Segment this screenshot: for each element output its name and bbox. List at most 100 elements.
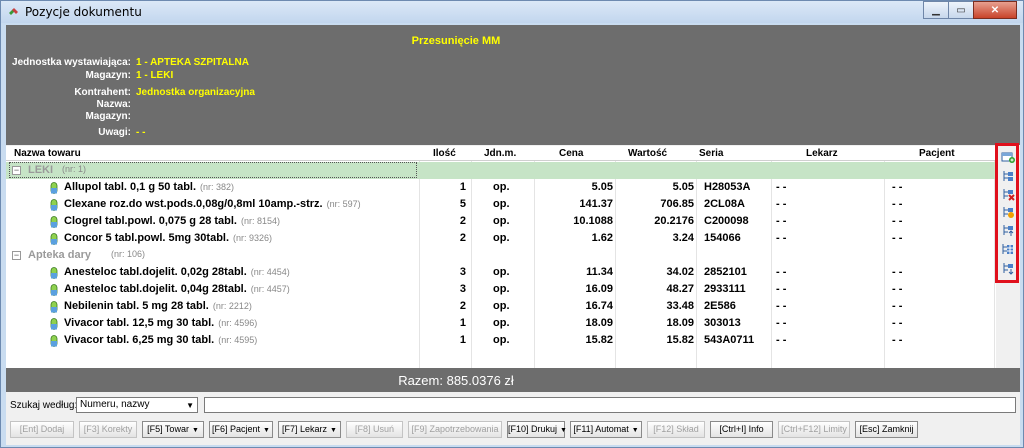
tree-expand-icon[interactable] <box>1001 169 1015 183</box>
limity-button[interactable]: [Ctrl+F12] Limity <box>778 421 850 438</box>
item-name: Anesteloc tabl.dojelit. 0,04g 28tabl. (nr… <box>64 283 290 295</box>
automat-button[interactable]: [F11] Automat ▼ <box>570 421 642 438</box>
window-controls: ▁ ▭ ✕ <box>923 1 1017 19</box>
item-patient: - - <box>892 181 903 193</box>
item-qty: 3 <box>459 283 466 295</box>
title-bar[interactable]: Pozycje dokumentu ▁ ▭ ✕ <box>1 1 1023 23</box>
pill-icon <box>50 182 58 194</box>
column-header-name[interactable]: Nazwa towaru <box>14 148 81 159</box>
column-header-unit[interactable]: Jdn.m. <box>484 148 516 159</box>
table-row[interactable]: Allupol tabl. 0,1 g 50 tabl. (nr: 382) 1 op… <box>6 179 996 196</box>
button-label: [Ent] Dodaj <box>19 424 65 434</box>
button-label: [F7] Lekarz <box>282 424 328 434</box>
button-bar: [Ent] Dodaj [F3] Korekty [F5] Towar ▼ [F6] P… <box>6 421 1020 441</box>
item-patient: - - <box>892 300 903 312</box>
zapotrzebowania-button[interactable]: [F9] Zapotrzebowania <box>408 421 502 438</box>
info-button[interactable]: [Ctrl+I] Info <box>710 421 773 438</box>
total-value: Razem: 885.0376 zł <box>398 373 514 388</box>
chevron-down-icon: ▼ <box>631 427 639 434</box>
zamknij-button[interactable]: [Esc] Zamknij <box>855 421 918 438</box>
tree-add-icon[interactable] <box>1001 205 1015 219</box>
item-patient: - - <box>892 334 903 346</box>
button-label: [Ctrl+F12] Limity <box>781 424 847 434</box>
item-nr: (nr: 4457) <box>250 284 290 294</box>
item-nr: (nr: 4595) <box>218 335 258 345</box>
search-input[interactable] <box>204 397 1016 413</box>
item-series: 154066 <box>704 232 741 244</box>
minimize-button[interactable]: ▁ <box>923 1 949 19</box>
column-header-series[interactable]: Seria <box>699 148 723 159</box>
item-series: C200098 <box>704 215 749 227</box>
drukuj-button[interactable]: [F10] Drukuj ▼ <box>507 421 567 438</box>
pill-icon <box>50 216 58 228</box>
table-row[interactable]: Clogrel tabl.powl. 0,075 g 28 tabl. (nr: … <box>6 213 996 230</box>
towar-button[interactable]: [F5] Towar ▼ <box>142 421 204 438</box>
item-value: 5.05 <box>672 181 694 193</box>
search-by-value: Numeru, nazwy <box>80 399 150 410</box>
maximize-button[interactable]: ▭ <box>948 1 974 19</box>
group-row[interactable]: − Apteka dary (nr: 106) <box>6 247 996 264</box>
table-row[interactable]: Anesteloc tabl.dojelit. 0,04g 28tabl. (nr… <box>6 281 996 298</box>
header-label: Magazyn: <box>85 70 131 81</box>
dodaj-button[interactable]: [Ent] Dodaj <box>10 421 74 438</box>
item-value: 18.09 <box>666 317 694 329</box>
table-row[interactable]: Concor 5 tabl.powl. 5mg 30tabl. (nr: 9326… <box>6 230 996 247</box>
item-value: 20.2176 <box>654 215 694 227</box>
tree-up-icon[interactable] <box>1001 223 1015 237</box>
app-icon <box>9 8 18 15</box>
search-by-select[interactable]: Numeru, nazwy ▼ <box>76 397 198 413</box>
item-price: 1.62 <box>591 232 613 244</box>
column-header-patient[interactable]: Pacjent <box>919 148 955 159</box>
item-doctor: - - <box>776 198 787 210</box>
tree-grid-icon[interactable] <box>1001 242 1015 256</box>
tree-move-icon[interactable] <box>1001 261 1015 275</box>
chevron-down-icon: ▼ <box>191 427 199 434</box>
usuń-button[interactable]: [F8] Usuń <box>346 421 403 438</box>
item-nr: (nr: 382) <box>200 182 235 192</box>
pacjent-button[interactable]: [F6] Pacjent ▼ <box>209 421 273 438</box>
item-patient: - - <box>892 266 903 278</box>
add-row-icon[interactable] <box>1001 150 1015 164</box>
header-label: Uwagi: <box>98 127 131 138</box>
items-grid[interactable]: Nazwa towaru Ilość Jdn.m. Cena Wartość S… <box>6 146 996 368</box>
tree-delete-icon[interactable] <box>1001 187 1015 201</box>
button-label: [Esc] Zamknij <box>859 424 914 434</box>
table-row[interactable]: Nebilenin tabl. 5 mg 28 tabl. (nr: 2212) 2… <box>6 298 996 315</box>
table-row[interactable]: Anesteloc tabl.dojelit. 0,02g 28tabl. (nr… <box>6 264 996 281</box>
button-label: [F9] Zapotrzebowania <box>411 424 499 434</box>
item-series: H28053A <box>704 181 751 193</box>
item-value: 15.82 <box>666 334 694 346</box>
table-row[interactable]: Vivacor tabl. 6,25 mg 30 tabl. (nr: 4595)… <box>6 332 996 349</box>
header-label: Magazyn: <box>85 111 131 122</box>
item-price: 18.09 <box>585 317 613 329</box>
header-value: 1 - LEKI <box>136 70 174 81</box>
close-button[interactable]: ✕ <box>973 1 1017 19</box>
pill-icon <box>50 301 58 313</box>
collapse-icon[interactable]: − <box>12 251 21 260</box>
korekty-button[interactable]: [F3] Korekty <box>79 421 137 438</box>
item-price: 5.05 <box>591 181 613 193</box>
column-header-value[interactable]: Wartość <box>628 148 667 159</box>
column-header-doctor[interactable]: Lekarz <box>806 148 838 159</box>
skład-button[interactable]: [F12] Skład <box>647 421 705 438</box>
group-row[interactable]: − LEKI (nr: 1) <box>6 162 996 179</box>
app-window: Pozycje dokumentu ▁ ▭ ✕ Przesunięcie MM … <box>0 0 1024 448</box>
document-type: Przesunięcie MM <box>411 35 501 47</box>
item-unit: op. <box>493 317 510 329</box>
item-name: Concor 5 tabl.powl. 5mg 30tabl. (nr: 9326… <box>64 232 273 244</box>
item-value: 48.27 <box>666 283 694 295</box>
lekarz-button[interactable]: [F7] Lekarz ▼ <box>278 421 341 438</box>
chevron-down-icon: ▼ <box>560 427 567 434</box>
item-qty: 2 <box>459 215 466 227</box>
table-row[interactable]: Clexane roz.do wst.pods.0,08g/0,8ml 10am… <box>6 196 996 213</box>
table-row[interactable]: Vivacor tabl. 12,5 mg 30 tabl. (nr: 4596)… <box>6 315 996 332</box>
focus-rect <box>9 162 417 178</box>
item-price: 16.74 <box>585 300 613 312</box>
total-bar: Razem: 885.0376 zł <box>6 368 1020 392</box>
button-label: [F3] Korekty <box>83 424 133 434</box>
column-header-price[interactable]: Cena <box>559 148 583 159</box>
column-header-qty[interactable]: Ilość <box>433 148 456 159</box>
item-price: 11.34 <box>586 266 613 278</box>
item-price: 141.37 <box>579 198 613 210</box>
client-area: Przesunięcie MM Jednostka wystawiająca: … <box>6 25 1020 445</box>
